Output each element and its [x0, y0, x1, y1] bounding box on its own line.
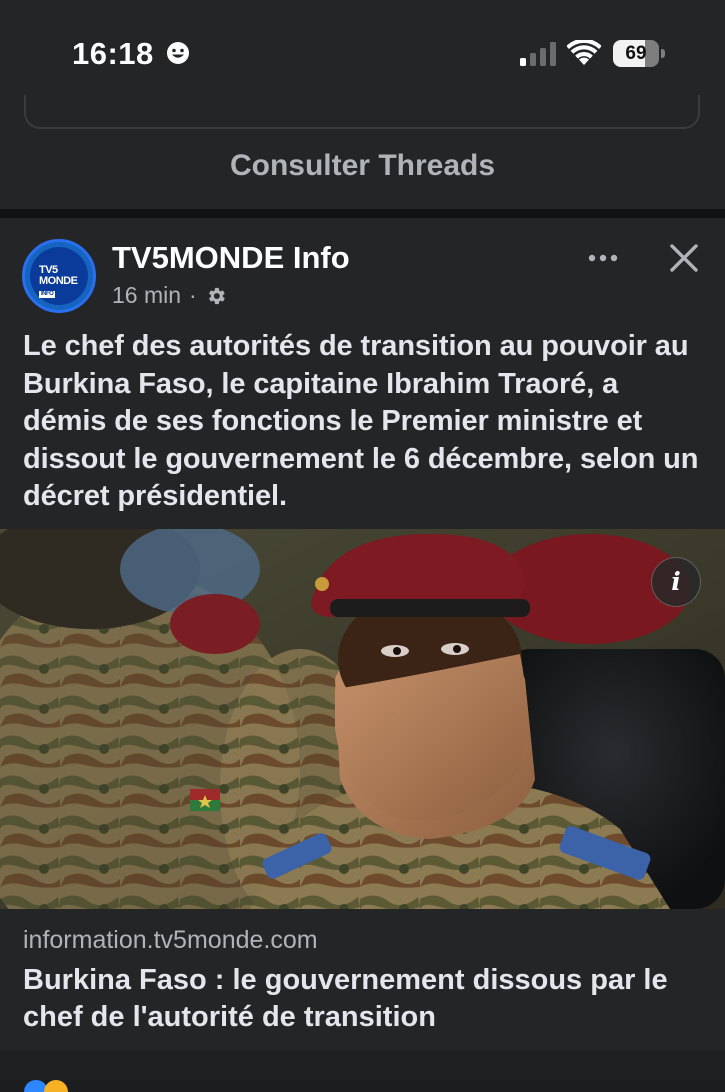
meta-separator: · [189, 282, 197, 308]
feed-divider [0, 209, 725, 218]
page-avatar[interactable]: TV5 MONDE INFO [22, 239, 96, 313]
tv5monde-logo: TV5 MONDE INFO [39, 264, 78, 298]
link-title[interactable]: Burkina Faso : le gouvernement dissous p… [23, 962, 713, 1036]
link-domain[interactable]: information.tv5monde.com [23, 926, 318, 955]
battery-icon: 69 [613, 40, 667, 67]
post-meta: 16 min · [112, 282, 227, 309]
smiley-icon [167, 42, 189, 64]
post-timestamp[interactable]: 16 min [112, 282, 181, 309]
gear-icon [208, 287, 225, 304]
close-icon[interactable] [666, 240, 702, 276]
threads-preview-card [24, 95, 700, 129]
wifi-icon [567, 40, 601, 65]
reaction-icons [24, 1080, 68, 1092]
more-horizontal-icon[interactable] [586, 243, 622, 273]
status-bar: 16:18 69 [0, 0, 725, 105]
threads-link[interactable]: Consulter Threads [0, 149, 725, 183]
post-image[interactable]: i [0, 529, 725, 909]
reactions-bar[interactable] [0, 1050, 725, 1092]
post-text: Le chef des autorités de transition au p… [23, 330, 699, 512]
threads-section: Consulter Threads [0, 95, 725, 209]
soldier-photo [0, 529, 725, 909]
page-name[interactable]: TV5MONDE Info [112, 240, 350, 276]
clock: 16:18 [72, 36, 154, 71]
battery-percent: 69 [625, 43, 647, 64]
info-icon[interactable]: i [651, 557, 701, 607]
feed-post: TV5 MONDE INFO TV5MONDE Info 16 min · Le… [0, 218, 725, 1092]
cellular-signal-icon [520, 42, 556, 66]
